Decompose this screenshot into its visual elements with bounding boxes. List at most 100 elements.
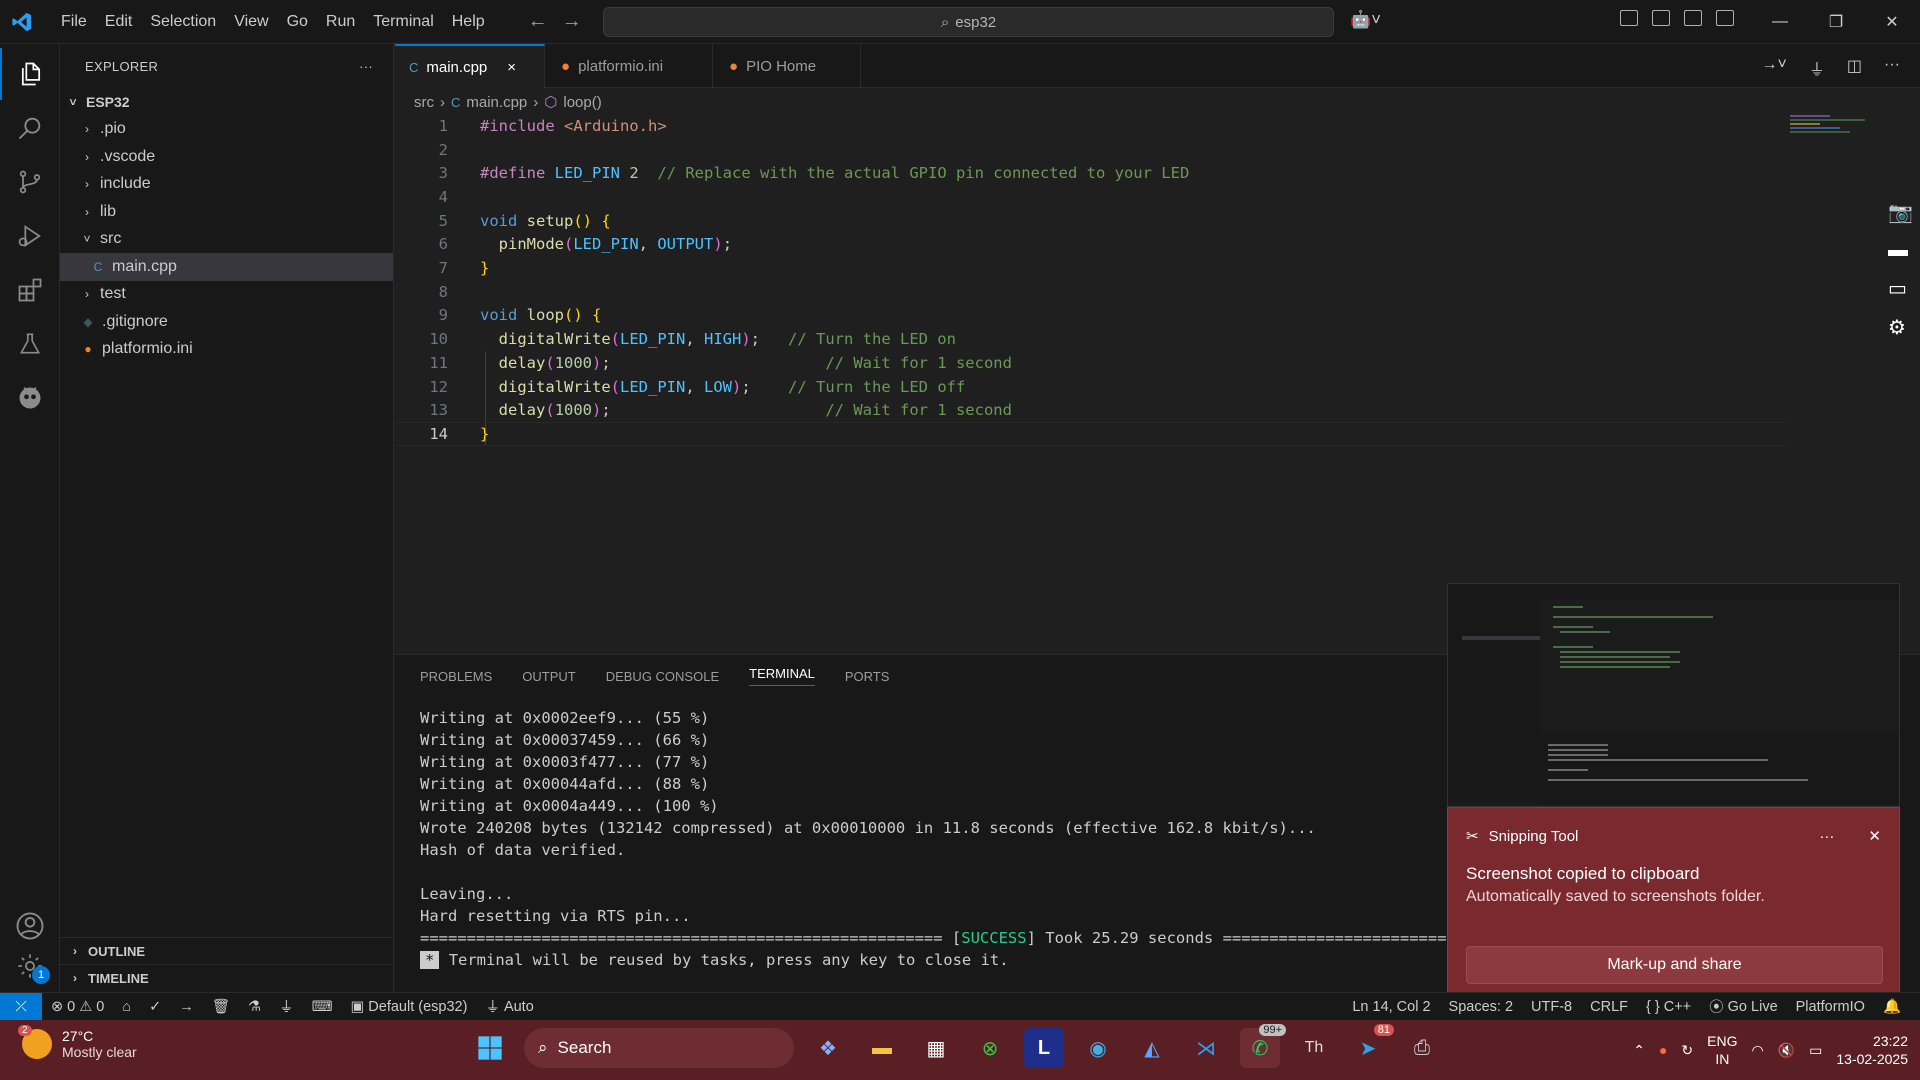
notifications-bell-icon[interactable]: 🔔 <box>1874 996 1910 1017</box>
forward-arrow-icon[interactable]: → <box>562 10 582 33</box>
explorer-icon[interactable] <box>0 48 60 100</box>
tab-pio-home[interactable]: ● PIO Home <box>713 44 861 88</box>
tree-folder-pio[interactable]: › .pio <box>60 116 393 144</box>
close-tab-icon[interactable]: × <box>507 59 516 76</box>
plug-icon[interactable]: ⏚ <box>1809 56 1825 80</box>
wifi-icon[interactable]: ◠ <box>1751 1042 1763 1059</box>
taskbar-search[interactable]: ⌕ Search <box>524 1028 794 1068</box>
window-icon[interactable]: ▭ <box>1888 276 1913 301</box>
panel-tab-ports[interactable]: PORTS <box>845 669 890 684</box>
platformio-icon[interactable] <box>0 372 60 424</box>
menu-edit[interactable]: Edit <box>96 13 142 31</box>
toggle-panel-icon[interactable] <box>1684 10 1702 26</box>
microsoft-store-icon[interactable]: ▦ <box>916 1028 956 1068</box>
breadcrumb-file[interactable]: main.cpp <box>466 94 527 111</box>
search-icon[interactable] <box>0 102 60 154</box>
start-windows-icon[interactable] <box>470 1028 510 1068</box>
workspace-root[interactable]: ˅ ESP32 <box>60 88 393 116</box>
panel-tab-problems[interactable]: PROBLEMS <box>420 669 492 684</box>
weather-widget[interactable]: 2 27°C Mostly clear <box>18 1025 137 1060</box>
menu-run[interactable]: Run <box>317 13 364 31</box>
language-indicator[interactable]: ENG IN <box>1707 1032 1737 1068</box>
language-mode[interactable]: { } C++ <box>1637 996 1700 1017</box>
tree-folder-test[interactable]: › test <box>60 281 393 309</box>
tree-folder-src[interactable]: ˅ src <box>60 226 393 254</box>
minimize-icon[interactable]: — <box>1752 0 1808 44</box>
tree-file-platformio-ini[interactable]: ● platformio.ini <box>60 336 393 364</box>
pio-port-switcher[interactable]: ⏚ Auto <box>476 996 542 1017</box>
menu-terminal[interactable]: Terminal <box>364 13 442 31</box>
toast-close-icon[interactable]: ✕ <box>1868 827 1881 845</box>
l-app-icon[interactable]: L <box>1024 1028 1064 1068</box>
indentation[interactable]: Spaces: 2 <box>1440 996 1523 1017</box>
pio-test-icon[interactable]: ⚗ <box>239 999 270 1015</box>
copilot-app-icon[interactable]: ❖ <box>808 1028 848 1068</box>
firefox-tray-icon[interactable]: ● <box>1659 1042 1667 1058</box>
toggle-secondary-sidebar-icon[interactable] <box>1716 10 1734 26</box>
menu-go[interactable]: Go <box>278 13 317 31</box>
text-app-icon[interactable]: Th <box>1294 1028 1334 1068</box>
pio-serial-monitor-icon[interactable]: ⏚ <box>270 996 303 1017</box>
photos-app-icon[interactable]: ◭ <box>1132 1028 1172 1068</box>
telegram-icon[interactable]: ➤ 81 <box>1348 1024 1394 1068</box>
terminal-output[interactable]: Writing at 0x0002eef9... (55 %) Writing … <box>420 707 1540 971</box>
tab-platformio-ini[interactable]: ● platformio.ini <box>545 44 713 88</box>
tree-folder-include[interactable]: › include <box>60 171 393 199</box>
run-debug-icon[interactable] <box>0 210 60 262</box>
outline-section[interactable]: › OUTLINE <box>60 937 394 964</box>
breadcrumb-folder[interactable]: src <box>414 94 434 111</box>
whatsapp-icon[interactable]: ✆ 99+ <box>1240 1024 1286 1068</box>
printer-app-icon[interactable]: ⎙ <box>1402 1028 1442 1068</box>
line-ending[interactable]: CRLF <box>1581 996 1637 1017</box>
edge-browser-icon[interactable]: ◉ <box>1078 1028 1118 1068</box>
breadcrumb-symbol[interactable]: loop() <box>563 94 601 111</box>
split-editor-icon[interactable]: ◫ <box>1847 56 1862 80</box>
back-arrow-icon[interactable]: ← <box>528 10 548 33</box>
testing-icon[interactable] <box>0 318 60 370</box>
tree-folder-vscode[interactable]: › .vscode <box>60 143 393 171</box>
manage-gear-icon[interactable]: 1 <box>0 940 60 992</box>
tree-file-gitignore[interactable]: ◆ .gitignore <box>60 308 393 336</box>
go-live[interactable]: ⦿ Go Live <box>1700 996 1786 1017</box>
tree-folder-lib[interactable]: › lib <box>60 198 393 226</box>
customize-layout-icon[interactable] <box>1620 10 1638 26</box>
settings-gear-icon[interactable]: ⚙ <box>1888 315 1913 340</box>
minimap[interactable] <box>1790 115 1870 145</box>
menu-selection[interactable]: Selection <box>141 13 225 31</box>
source-control-icon[interactable] <box>0 156 60 208</box>
timeline-section[interactable]: › TIMELINE <box>60 964 394 991</box>
tab-main-cpp[interactable]: C main.cpp × <box>395 44 545 88</box>
remote-icon[interactable]: ⤫ <box>0 992 42 1021</box>
run-forward-icon[interactable]: →˅ <box>1762 56 1787 80</box>
file-explorer-icon[interactable]: ▬ <box>862 1028 902 1068</box>
vscode-taskbar-icon[interactable]: ⋊ <box>1186 1028 1226 1068</box>
problems-status[interactable]: ⊗ 0 ⚠ 0 <box>42 999 113 1015</box>
pio-build-icon[interactable]: ✓ <box>140 999 170 1015</box>
menu-help[interactable]: Help <box>443 13 494 31</box>
tree-file-main-cpp[interactable]: C main.cpp <box>60 253 393 281</box>
close-icon[interactable]: ✕ <box>1864 0 1920 44</box>
pio-terminal-icon[interactable]: ⌨ <box>303 999 342 1015</box>
sync-tray-icon[interactable]: ↻ <box>1681 1042 1693 1059</box>
pio-upload-icon[interactable]: → <box>170 999 203 1015</box>
pio-home-icon[interactable]: ⌂ <box>113 999 140 1015</box>
screenshot-thumbnail[interactable] <box>1447 583 1900 807</box>
explorer-more-icon[interactable]: ··· <box>359 59 373 74</box>
more-actions-icon[interactable]: ··· <box>1884 56 1900 80</box>
battery-icon[interactable]: ▭ <box>1809 1042 1822 1059</box>
panel-tab-terminal[interactable]: TERMINAL <box>749 666 815 686</box>
platformio-status[interactable]: PlatformIO <box>1787 996 1874 1017</box>
toggle-primary-sidebar-icon[interactable] <box>1652 10 1670 26</box>
cursor-position[interactable]: Ln 14, Col 2 <box>1343 996 1439 1017</box>
video-icon[interactable]: ▬ <box>1888 239 1913 262</box>
toast-more-icon[interactable]: ··· <box>1819 828 1834 845</box>
xbox-icon[interactable]: ⊗ <box>970 1028 1010 1068</box>
show-hidden-icons-chevron-icon[interactable]: ⌃ <box>1633 1042 1645 1059</box>
clock[interactable]: 23:22 13-02-2025 <box>1836 1032 1908 1068</box>
camera-icon[interactable]: 📷 <box>1888 200 1913 225</box>
menu-view[interactable]: View <box>225 13 277 31</box>
menu-file[interactable]: File <box>52 13 96 31</box>
extensions-icon[interactable] <box>0 264 60 316</box>
command-center-search[interactable]: ⌕ esp32 <box>603 7 1334 37</box>
pio-clean-icon[interactable]: 🗑 <box>203 998 239 1015</box>
